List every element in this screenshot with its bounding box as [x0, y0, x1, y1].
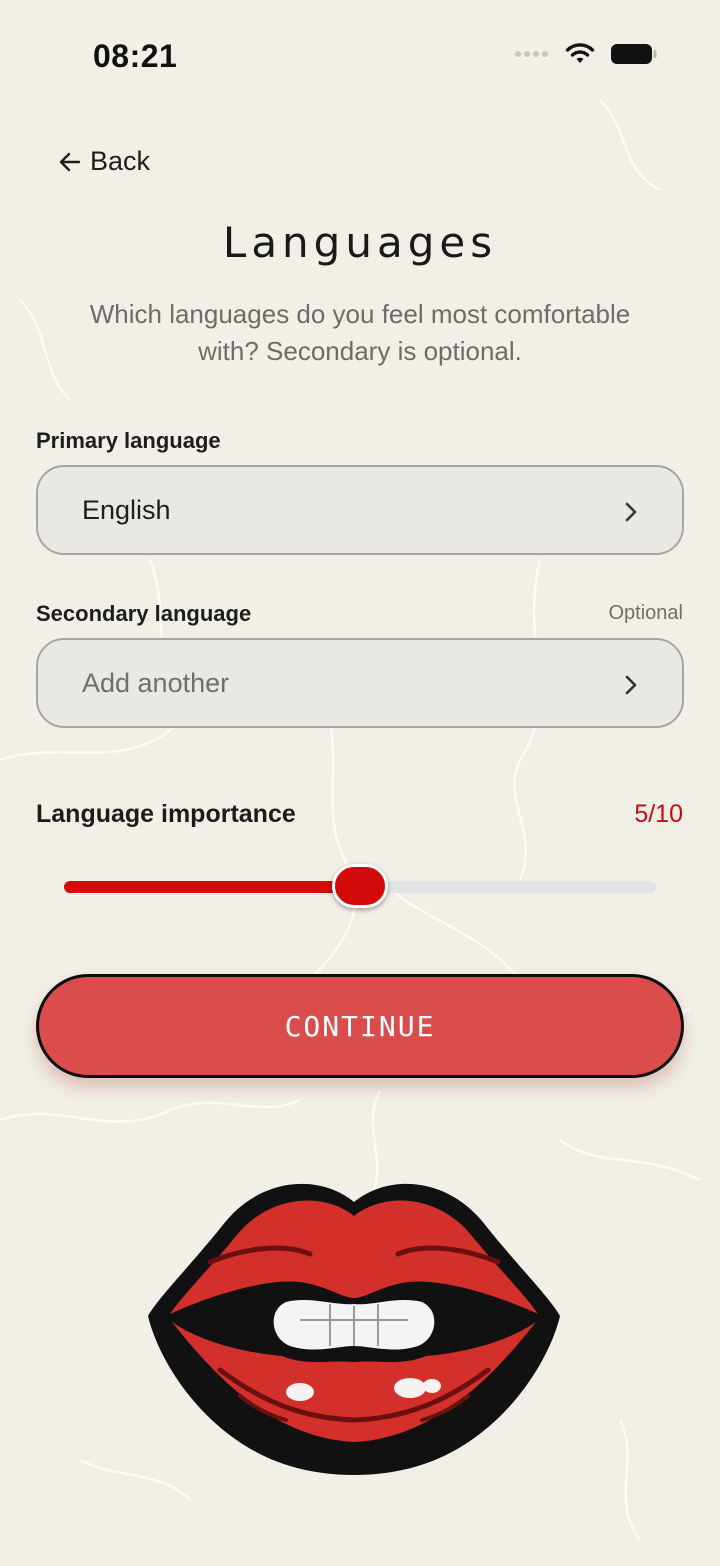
- primary-language-value: English: [82, 494, 171, 525]
- primary-language-label: Primary language: [36, 428, 221, 453]
- page-subtitle: Which languages do you feel most comfort…: [89, 299, 631, 366]
- page-title: Languages: [222, 218, 498, 267]
- chevron-right-icon: [625, 502, 637, 522]
- secondary-language-placeholder: Add another: [82, 667, 230, 698]
- optional-tag: Optional: [608, 602, 684, 624]
- signal-dots-icon: [515, 51, 548, 57]
- language-importance-value: 5/10: [634, 800, 683, 828]
- secondary-language-label: Secondary language: [36, 601, 252, 626]
- language-importance-label: Language importance: [36, 800, 296, 828]
- slider-fill: [64, 881, 360, 893]
- back-label: Back: [90, 146, 151, 176]
- battery-icon: [611, 44, 657, 64]
- continue-button[interactable]: CONTINUE: [36, 974, 684, 1078]
- primary-language-select[interactable]: English: [36, 465, 684, 555]
- chevron-right-icon: [625, 675, 637, 695]
- language-importance-slider[interactable]: [64, 862, 656, 912]
- back-button[interactable]: Back: [58, 146, 150, 177]
- status-icons: [515, 42, 658, 66]
- slider-thumb[interactable]: [332, 864, 388, 908]
- wifi-icon: [565, 43, 595, 63]
- status-time: 08:21: [93, 38, 178, 74]
- lips-illustration: [148, 1183, 560, 1475]
- secondary-language-select[interactable]: Add another: [36, 638, 684, 728]
- arrow-left-icon: [59, 152, 81, 171]
